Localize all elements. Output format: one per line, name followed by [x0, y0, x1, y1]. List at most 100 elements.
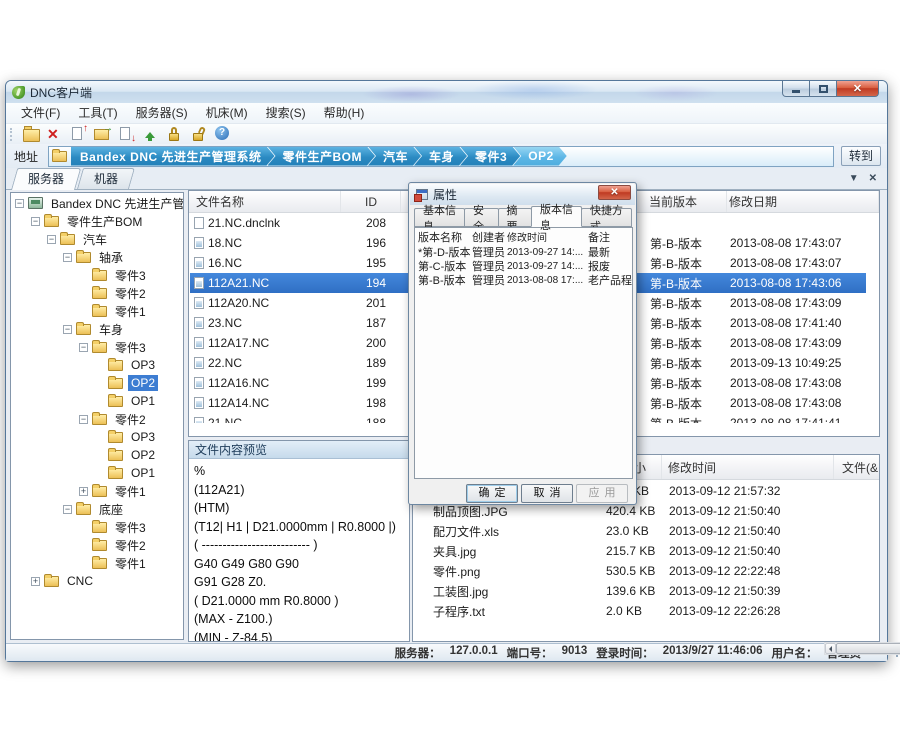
send-icon[interactable] — [142, 126, 159, 142]
close-button[interactable]: ✕ — [837, 81, 879, 97]
tree-expander-icon[interactable]: − — [79, 343, 88, 352]
folder-icon — [92, 486, 107, 497]
menu-item[interactable]: 搜索(S) — [257, 103, 315, 123]
maximize-button[interactable] — [810, 81, 837, 97]
tree-expander-icon[interactable]: − — [15, 199, 24, 208]
tree-node[interactable]: 零件1 — [11, 554, 183, 572]
attachment-row[interactable]: 工装图.jpg139.6 KB2013-09-12 21:50:39 — [414, 581, 865, 601]
close-pane-icon[interactable]: ✕ — [869, 173, 877, 184]
tree-node[interactable]: OP1 — [11, 392, 183, 410]
check-out-icon[interactable]: ↓ — [118, 126, 135, 142]
tree-node[interactable]: −Bandex DNC 先进生产管理系统 — [11, 194, 183, 212]
chevron-down-icon[interactable]: ▼ — [849, 173, 859, 184]
breadcrumb-segment[interactable]: 零件3 — [460, 147, 520, 166]
check-in-icon[interactable]: ↑ — [70, 126, 87, 142]
dialog-tab[interactable]: 版本信息 — [531, 206, 582, 227]
dialog-tab[interactable]: 基本信息 — [414, 208, 465, 227]
view-tab-servers[interactable]: 服务器 — [14, 168, 78, 189]
tree-node-label: 底座 — [96, 500, 126, 519]
tree-node[interactable]: −零件3 — [11, 338, 183, 356]
tree-node[interactable]: OP2 — [11, 446, 183, 464]
open-folder-icon[interactable]: → — [94, 126, 111, 142]
version-column-header[interactable]: 创建者 — [472, 229, 507, 245]
column-header-name[interactable]: 文件名称 — [189, 191, 341, 212]
delete-icon[interactable] — [46, 126, 63, 142]
menu-item[interactable]: 帮助(H) — [315, 103, 374, 123]
tree-expander-icon[interactable]: + — [79, 487, 88, 496]
version-row[interactable]: 第-C-版本管理员2013-09-27 14:...报废 — [415, 259, 632, 273]
go-button[interactable]: 转到 — [841, 146, 881, 166]
dialog-tab[interactable]: 快捷方式 — [581, 208, 632, 227]
breadcrumb[interactable]: Bandex DNC 先进生产管理系统零件生产BOM汽车车身零件3OP2 — [48, 146, 834, 167]
minimize-button[interactable] — [782, 81, 810, 97]
tree-node-label: 零件1 — [112, 482, 149, 501]
tree-node[interactable]: OP2 — [11, 374, 183, 392]
tree-expander-icon[interactable]: + — [31, 577, 40, 586]
help-icon[interactable] — [214, 126, 231, 142]
version-row[interactable]: 第-B-版本管理员2013-08-08 17:...老产品程序 — [415, 273, 632, 287]
breadcrumb-segment[interactable]: OP2 — [513, 147, 567, 166]
column-header-file[interactable]: 文件(& — [834, 455, 879, 479]
address-label: 地址 — [14, 148, 48, 165]
tree-node[interactable]: +CNC — [11, 572, 183, 590]
tree-node[interactable]: −零件2 — [11, 410, 183, 428]
version-column-header[interactable]: 版本名称 — [415, 229, 472, 245]
title-bar[interactable]: DNC客户端 ✕ — [6, 81, 887, 103]
attachment-row[interactable]: 零件.png530.5 KB2013-09-12 22:22:48 — [414, 561, 865, 581]
tree-expander-icon[interactable]: − — [31, 217, 40, 226]
tree-node[interactable]: −轴承 — [11, 248, 183, 266]
tree-node[interactable]: 零件1 — [11, 302, 183, 320]
file-preview-panel: 文件内容预览 %(112A21)(HTM)(T12| H1 | D21.0000… — [188, 440, 410, 642]
tree-expander-icon[interactable]: − — [63, 325, 72, 334]
tree-node[interactable]: + 零件1 — [11, 482, 183, 500]
tree-node[interactable]: −零件生产BOM — [11, 212, 183, 230]
lock-icon[interactable] — [166, 126, 183, 142]
tree-node[interactable]: −车身 — [11, 320, 183, 338]
tree-expander-icon[interactable]: − — [63, 505, 72, 514]
attachment-time-cell: 2013-09-12 21:50:40 — [663, 524, 835, 538]
attachment-row[interactable]: 夹具.jpg215.7 KB2013-09-12 21:50:40 — [414, 541, 865, 561]
cancel-button[interactable]: 取消 — [521, 484, 573, 503]
menu-item[interactable]: 机床(M) — [197, 103, 257, 123]
column-header-modified[interactable]: 修改时间 — [662, 455, 834, 479]
tree-node[interactable]: 零件2 — [11, 536, 183, 554]
tree-node[interactable]: OP3 — [11, 356, 183, 374]
dialog-close-button[interactable]: ✕ — [598, 185, 631, 200]
file-version-cell: 第-B-版本 — [648, 315, 728, 332]
breadcrumb-segment[interactable]: Bandex DNC 先进生产管理系统 — [71, 147, 275, 166]
menu-item[interactable]: 工具(T) — [69, 103, 126, 123]
column-header-date[interactable]: 修改日期 — [727, 191, 879, 212]
tree-expander-icon[interactable]: − — [63, 253, 72, 262]
new-folder-icon[interactable] — [22, 126, 39, 142]
tree-node[interactable]: OP1 — [11, 464, 183, 482]
view-tab-machines[interactable]: 机器 — [80, 168, 132, 189]
version-column-header[interactable]: 备注 — [588, 229, 632, 245]
file-name-cell: 112A17.NC — [208, 336, 342, 350]
menu-item[interactable]: 文件(F) — [12, 103, 69, 123]
tree-node[interactable]: 零件3 — [11, 518, 183, 536]
tree-node[interactable]: −汽车 — [11, 230, 183, 248]
tree-expander-icon[interactable]: − — [47, 235, 56, 244]
ok-button[interactable]: 确定 — [466, 484, 518, 503]
attachment-row[interactable]: 配刀文件.xls23.0 KB2013-09-12 21:50:40 — [414, 521, 865, 541]
dialog-tab[interactable]: 安全 — [464, 208, 499, 227]
attachment-row[interactable]: 子程序.txt2.0 KB2013-09-12 22:26:28 — [414, 601, 865, 621]
tree-expander-icon[interactable]: − — [79, 415, 88, 424]
tree-node[interactable]: 零件2 — [11, 284, 183, 302]
attachment-name-cell: 工装图.jpg — [414, 583, 601, 600]
dialog-horizontal-scrollbar[interactable] — [824, 642, 900, 655]
unlock-icon[interactable] — [190, 126, 207, 142]
menu-item[interactable]: 服务器(S) — [127, 103, 197, 123]
column-header-id[interactable]: ID — [341, 191, 401, 212]
breadcrumb-segment[interactable]: 汽车 — [368, 147, 421, 166]
breadcrumb-segment[interactable]: 零件生产BOM — [268, 147, 376, 166]
dialog-tab[interactable]: 摘要 — [498, 208, 533, 227]
file-date-cell: 2013-08-08 17:41:41 — [728, 416, 866, 423]
version-row[interactable]: *第-D-版本管理员2013-09-27 14:...最新 — [415, 245, 632, 259]
breadcrumb-segment[interactable]: 车身 — [414, 147, 467, 166]
tree-node[interactable]: 零件3 — [11, 266, 183, 284]
tree-node[interactable]: OP3 — [11, 428, 183, 446]
column-header-version[interactable]: 当前版本 — [647, 191, 727, 212]
toolbar-grip-icon[interactable] — [10, 128, 13, 141]
tree-node[interactable]: − 底座 — [11, 500, 183, 518]
